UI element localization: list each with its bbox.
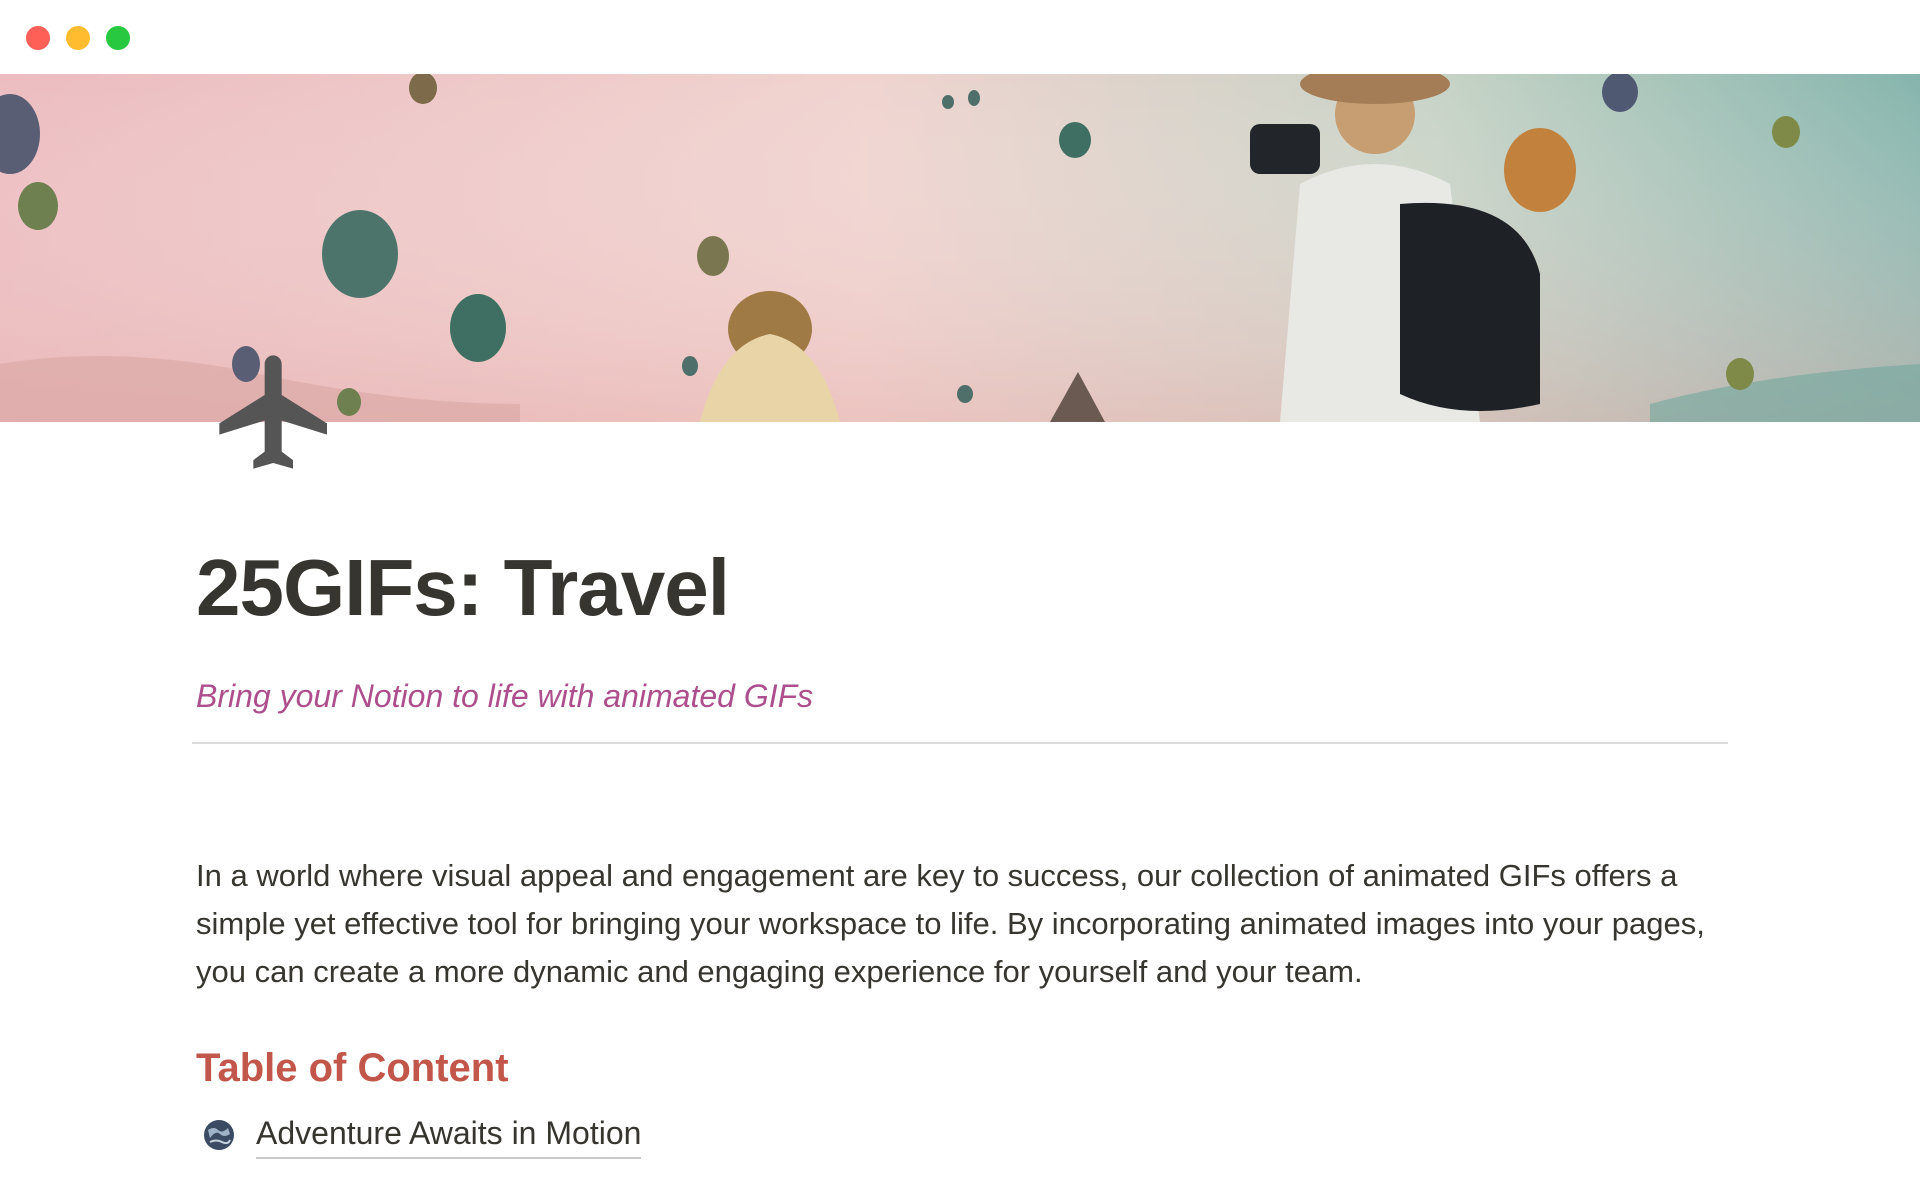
page-header: 25GIFs: Travel Bring your Notion to life… (192, 540, 1728, 744)
toc-item-label: Adventure Awaits in Motion (256, 1111, 642, 1159)
app-window: 25GIFs: Travel Bring your Notion to life… (0, 0, 1920, 1200)
close-window-button[interactable] (26, 26, 50, 50)
page-title[interactable]: 25GIFs: Travel (196, 540, 1728, 636)
page-subtitle[interactable]: Bring your Notion to life with animated … (196, 676, 1728, 716)
divider (192, 742, 1728, 744)
intro-paragraph[interactable]: In a world where visual appeal and engag… (196, 852, 1736, 996)
title-bar (0, 0, 1920, 74)
toc-link-adventure-awaits[interactable]: Adventure Awaits in Motion (202, 1110, 642, 1160)
globe-icon (204, 1120, 234, 1150)
zoom-window-button[interactable] (106, 26, 130, 50)
toc-heading[interactable]: Table of Content (196, 1044, 509, 1092)
airplane-icon[interactable] (208, 344, 344, 480)
minimize-window-button[interactable] (66, 26, 90, 50)
